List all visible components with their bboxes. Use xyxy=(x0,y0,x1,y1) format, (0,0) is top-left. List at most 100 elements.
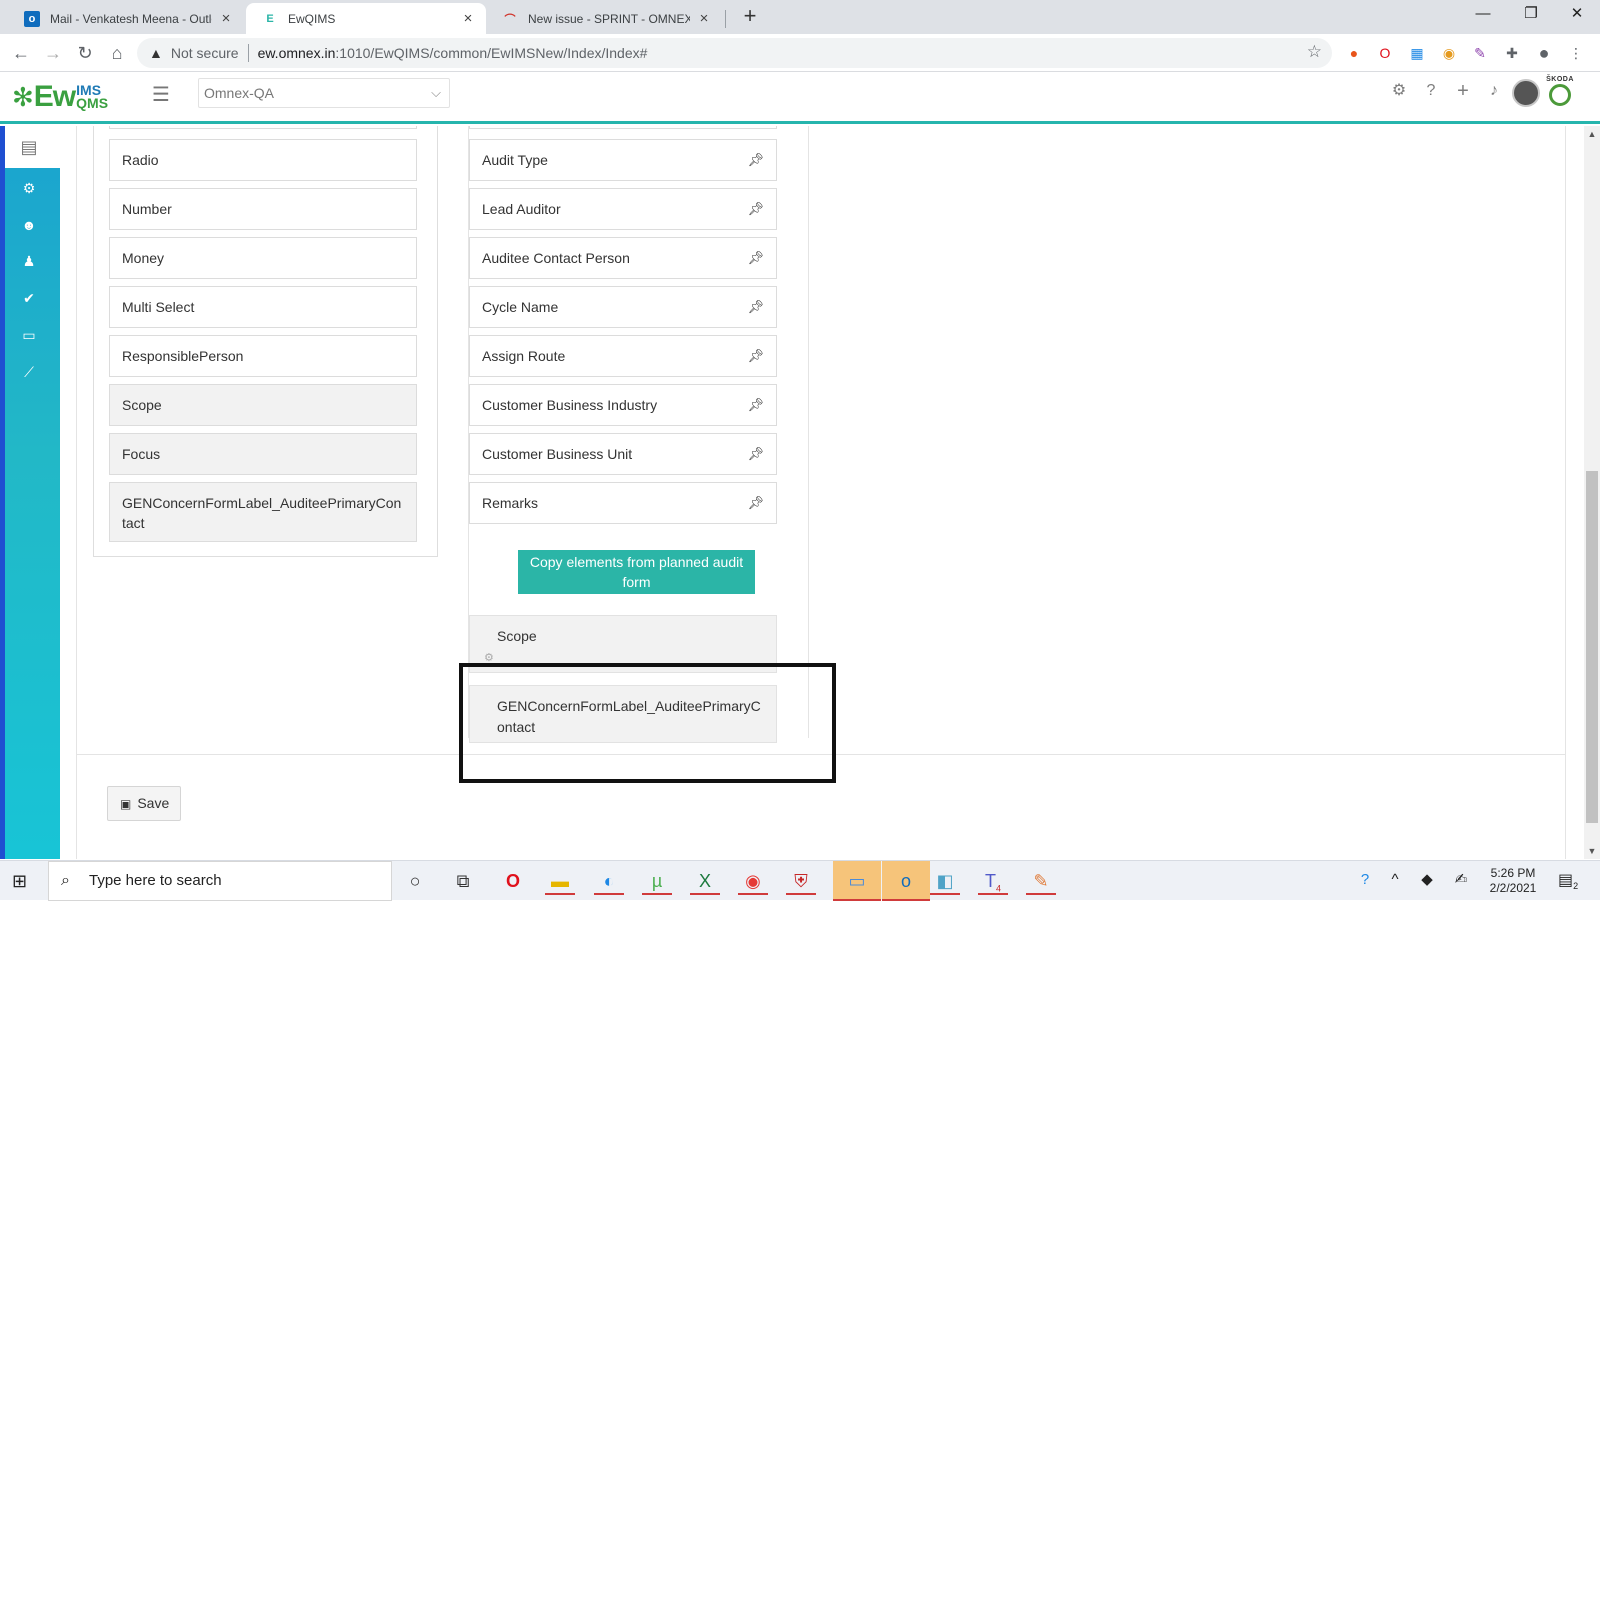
pin-icon[interactable]: 📌︎ xyxy=(747,150,764,170)
user-settings-icon[interactable]: ♟ xyxy=(18,251,40,271)
avatar[interactable] xyxy=(1512,79,1540,107)
field-item[interactable]: Number xyxy=(109,188,417,230)
reload-icon[interactable]: ↻ xyxy=(72,40,98,66)
utorrent-icon[interactable]: µ xyxy=(642,867,672,895)
hamburger-menu-icon[interactable]: ☰ xyxy=(152,82,170,107)
tab-outlook-mail[interactable]: o Mail - Venkatesh Meena - Outlook × xyxy=(8,3,244,34)
taskbar-clock[interactable]: 5:26 PM 2/2/2021 xyxy=(1480,866,1546,896)
user-check-icon[interactable]: ✔ xyxy=(18,288,40,308)
pin-icon[interactable]: 📌︎ xyxy=(747,444,764,464)
pinned-field[interactable]: Auditee Contact Person 📌︎ xyxy=(469,237,777,279)
close-icon[interactable]: × xyxy=(460,10,476,27)
field-item[interactable]: GENConcernFormLabel_AuditeePrimaryContac… xyxy=(109,482,417,542)
pinned-field[interactable]: Lead Auditor 📌︎ xyxy=(469,188,777,230)
forward-arrow-icon[interactable]: → xyxy=(40,40,66,66)
add-icon[interactable]: + xyxy=(1452,80,1474,102)
chrome-icon[interactable]: ◉ xyxy=(738,867,768,895)
field-item[interactable]: Focus xyxy=(109,433,417,475)
help-tray-icon[interactable]: ? xyxy=(1354,869,1376,891)
pin-icon[interactable]: 📌︎ xyxy=(747,297,764,317)
field-label: Audit Type xyxy=(482,152,548,168)
pin-icon[interactable]: 📌︎ xyxy=(747,199,764,219)
field-item[interactable]: Scope xyxy=(109,384,417,426)
pinned-field[interactable]: Remarks 📌︎ xyxy=(469,482,777,524)
help-icon[interactable]: ? xyxy=(1420,80,1442,102)
teams-icon[interactable]: T4 xyxy=(978,867,1008,895)
remote-desktop-icon[interactable]: ▭ xyxy=(833,861,881,901)
field-label: GENConcernFormLabel_AuditeePrimaryContac… xyxy=(122,495,402,531)
pinned-field[interactable]: Audit Type 📌︎ xyxy=(469,139,777,181)
minimize-button[interactable]: — xyxy=(1460,0,1506,30)
logo-flower-icon: ✻ xyxy=(12,82,34,112)
scroll-thumb[interactable] xyxy=(1586,471,1598,823)
pinned-field[interactable]: Customer Business Unit 📌︎ xyxy=(469,433,777,475)
bookmark-star-icon[interactable]: ☆ xyxy=(1307,42,1322,62)
close-icon[interactable]: × xyxy=(696,10,712,27)
field-item[interactable]: ResponsiblePerson xyxy=(109,335,417,377)
ewims-logo[interactable]: ✻ Ew IMS QMS xyxy=(12,78,108,116)
opera-icon[interactable]: O xyxy=(498,867,528,895)
field-item[interactable]: Money xyxy=(109,237,417,279)
new-tab-button[interactable]: + xyxy=(738,5,762,29)
outlook-icon[interactable]: o xyxy=(882,861,930,901)
document-list-icon[interactable]: ▤ xyxy=(18,137,40,157)
pin-icon[interactable]: 📌︎ xyxy=(747,395,764,415)
field-label: Auditee Contact Person xyxy=(482,250,630,266)
users-group-icon[interactable]: ☻ xyxy=(18,215,40,235)
field-label: Multi Select xyxy=(122,299,195,315)
shield-app-icon[interactable]: ⛨ xyxy=(786,867,816,895)
windows-extension-icon[interactable]: ▦ xyxy=(1407,43,1427,63)
opera-extension-icon[interactable]: O xyxy=(1375,43,1395,63)
fire-extension-icon[interactable]: ● xyxy=(1344,43,1364,63)
tenant-select[interactable]: Omnex-QA ⌵ xyxy=(198,78,450,108)
pin-icon[interactable]: 📌︎ xyxy=(747,346,764,366)
back-arrow-icon[interactable]: ← xyxy=(8,40,34,66)
menu-kebab-icon[interactable]: ⋮ xyxy=(1566,43,1586,63)
taskbar-search-box[interactable]: ⌕ Type here to search xyxy=(48,861,392,901)
pin-icon[interactable]: 📌︎ xyxy=(747,248,764,268)
file-explorer-icon[interactable]: ▬ xyxy=(545,867,575,895)
sync-extension-icon[interactable]: ◉ xyxy=(1439,43,1459,63)
profile-icon[interactable]: ● xyxy=(1534,43,1554,63)
bell-icon[interactable]: ♪ xyxy=(1483,80,1505,102)
notification-icon[interactable]: ▤2 xyxy=(1558,870,1578,891)
field-item[interactable]: Radio xyxy=(109,139,417,181)
close-window-button[interactable]: ✕ xyxy=(1554,0,1600,30)
pin-icon[interactable]: 📌︎ xyxy=(747,493,764,513)
scroll-up-arrow-icon[interactable]: ▲ xyxy=(1584,126,1600,142)
save-button[interactable]: ▣ Save xyxy=(107,786,181,821)
tab-new-issue[interactable]: ⌒ New issue - SPRINT - OMNEX ISSUES × xyxy=(486,3,722,34)
scroll-down-arrow-icon[interactable]: ▼ xyxy=(1584,843,1600,859)
pen-tray-icon[interactable]: ✍ xyxy=(1450,869,1472,891)
gear-icon[interactable]: ⚙ xyxy=(1388,80,1410,102)
presentation-icon[interactable]: ▭ xyxy=(18,325,40,345)
field-item[interactable]: Multi Select xyxy=(109,286,417,328)
field-label: Cycle Name xyxy=(482,299,559,315)
pinned-field[interactable]: Cycle Name 📌︎ xyxy=(469,286,777,328)
windows-start-icon[interactable]: ⊞ xyxy=(12,871,34,891)
restore-button[interactable]: ❐ xyxy=(1508,0,1554,30)
excel-icon[interactable]: X xyxy=(690,867,720,895)
field-label: ResponsiblePerson xyxy=(122,348,244,364)
tab-ewqims[interactable]: E EwQIMS × xyxy=(246,3,486,34)
paint-icon[interactable]: ✎ xyxy=(1026,867,1056,895)
pen-extension-icon[interactable]: ✎ xyxy=(1470,43,1490,63)
app-window-icon[interactable]: ◧ xyxy=(930,867,960,895)
line-chart-icon[interactable]: ⟋ xyxy=(18,362,40,382)
gear-icon[interactable]: ⚙ xyxy=(18,178,40,198)
close-icon[interactable]: × xyxy=(218,10,234,27)
puzzle-extensions-icon[interactable]: ✚ xyxy=(1502,43,1522,63)
field-label: Assign Route xyxy=(482,348,566,364)
dropbox-icon[interactable]: ◆ xyxy=(1416,869,1438,891)
pinned-field[interactable]: Assign Route 📌︎ xyxy=(469,335,777,377)
chevron-up-icon[interactable]: ^ xyxy=(1384,869,1406,891)
url-host: ew.omnex.in xyxy=(257,45,336,61)
pinned-field[interactable]: Customer Business Industry 📌︎ xyxy=(469,384,777,426)
address-bar[interactable]: ▲ Not secure ew.omnex.in:1010/EwQIMS/com… xyxy=(137,38,1332,68)
vertical-scrollbar[interactable]: ▲ ▼ xyxy=(1584,126,1600,859)
home-icon[interactable]: ⌂ xyxy=(104,40,130,66)
edge-icon[interactable]: ◐ xyxy=(594,867,624,895)
copy-elements-button[interactable]: Copy elements from planned audit form xyxy=(518,550,755,594)
task-view-icon[interactable]: ⧉ xyxy=(448,867,478,895)
cortana-icon[interactable]: ○ xyxy=(400,867,430,895)
